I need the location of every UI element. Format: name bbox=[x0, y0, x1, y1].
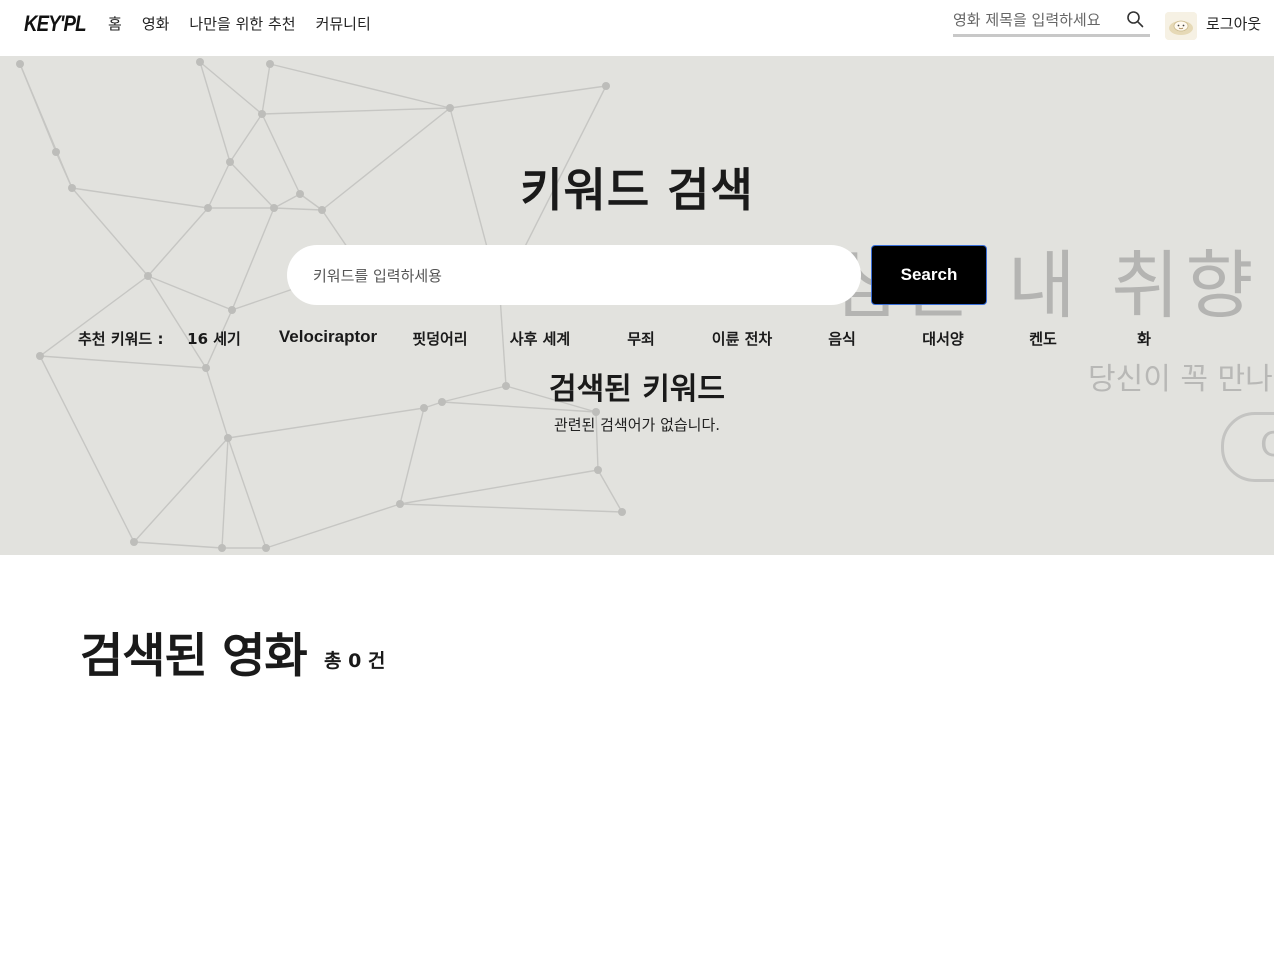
keyword-search-input[interactable] bbox=[311, 245, 835, 307]
keyword-search-hero: 심은 내 취향 당신이 꼭 만나야 C 키워드 검색 Search 추천 키워드… bbox=[0, 56, 1274, 555]
recommended-keywords-label: 추천 키워드 : bbox=[78, 330, 164, 348]
keyword-chip[interactable]: 사후 세계 bbox=[490, 328, 590, 349]
recommended-keywords: 추천 키워드 : 16 세기 Velociraptor 핏덩어리 사후 세계 무… bbox=[0, 327, 1274, 352]
nav-recommend[interactable]: 나만을 위한 추천 bbox=[189, 14, 295, 34]
avatar[interactable] bbox=[1165, 12, 1197, 40]
main-nav: 홈 영화 나만을 위한 추천 커뮤니티 bbox=[108, 14, 391, 34]
top-navigation-bar: KEY'PL 홈 영화 나만을 위한 추천 커뮤니티 로그아웃 bbox=[0, 0, 1274, 56]
keyword-chip[interactable]: 대서양 bbox=[893, 328, 993, 349]
searched-keywords-heading: 검색된 키워드 bbox=[548, 372, 726, 407]
keyword-chip[interactable]: 켄도 bbox=[993, 328, 1093, 349]
avatar-image bbox=[1165, 12, 1197, 40]
keyword-search-box bbox=[287, 245, 861, 307]
nav-home[interactable]: 홈 bbox=[108, 14, 122, 34]
search-icon[interactable] bbox=[1126, 10, 1144, 28]
site-logo[interactable]: KEY'PL bbox=[24, 11, 87, 37]
movie-search-input[interactable] bbox=[953, 8, 1118, 32]
keyword-chip[interactable]: 음식 bbox=[792, 328, 892, 349]
nav-movies[interactable]: 영화 bbox=[142, 14, 170, 34]
keyword-chip[interactable]: 16 세기 bbox=[164, 328, 264, 349]
page-title: 키워드 검색 bbox=[520, 163, 754, 217]
search-button[interactable]: Search bbox=[871, 245, 987, 305]
searched-movies-count: 총 0 건 bbox=[324, 650, 386, 672]
keyword-chip[interactable]: 핏덩어리 bbox=[390, 328, 490, 349]
keyword-chip[interactable]: Velociraptor bbox=[277, 327, 379, 347]
movie-search-box bbox=[953, 8, 1150, 37]
keyword-chip[interactable]: 화 bbox=[1094, 328, 1194, 349]
keyword-chip[interactable]: 이륜 전차 bbox=[692, 328, 792, 349]
logout-link[interactable]: 로그아웃 bbox=[1206, 14, 1261, 34]
keyword-chip[interactable]: 무죄 bbox=[591, 328, 691, 349]
nav-community[interactable]: 커뮤니티 bbox=[316, 14, 371, 34]
searched-keywords-empty-message: 관련된 검색어가 없습니다. bbox=[553, 416, 721, 434]
searched-movies-heading: 검색된 영화 bbox=[80, 629, 308, 684]
